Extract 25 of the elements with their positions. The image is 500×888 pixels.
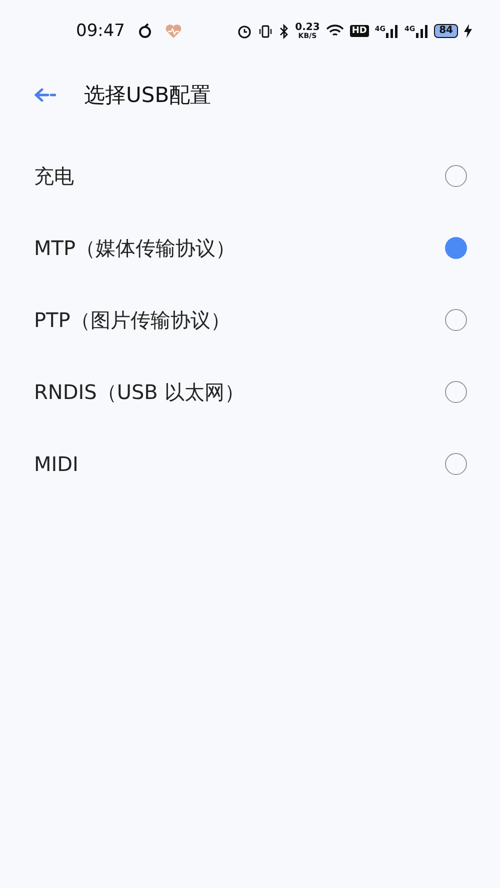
usb-option[interactable]: RNDIS（USB 以太网） bbox=[0, 356, 500, 428]
usb-option[interactable]: MTP（媒体传输协议） bbox=[0, 212, 500, 284]
hd-badge: HD bbox=[350, 25, 369, 37]
usb-option[interactable]: PTP（图片传输协议） bbox=[0, 284, 500, 356]
swirl-icon bbox=[137, 23, 153, 39]
signal-icon bbox=[386, 24, 398, 38]
radio-button[interactable] bbox=[445, 309, 467, 331]
page-title: 选择USB配置 bbox=[84, 82, 212, 109]
radio-button[interactable] bbox=[445, 453, 467, 475]
charging-icon bbox=[464, 24, 472, 38]
signal-icon bbox=[416, 24, 428, 38]
usb-option[interactable]: 充电 bbox=[0, 140, 500, 212]
alarm-icon bbox=[237, 24, 252, 38]
radio-button[interactable] bbox=[445, 165, 467, 187]
wifi-icon bbox=[326, 24, 344, 38]
battery-level: 84 bbox=[434, 24, 458, 38]
bluetooth-icon bbox=[279, 24, 290, 38]
back-button[interactable] bbox=[32, 86, 58, 104]
radio-button[interactable] bbox=[445, 237, 467, 259]
net-speed: 0.23 bbox=[295, 22, 320, 32]
heart-icon bbox=[165, 24, 182, 38]
usb-option[interactable]: MIDI bbox=[0, 428, 500, 500]
vibrate-icon bbox=[258, 24, 274, 38]
radio-button[interactable] bbox=[445, 381, 467, 403]
clock-time: 09:47 bbox=[76, 21, 125, 41]
